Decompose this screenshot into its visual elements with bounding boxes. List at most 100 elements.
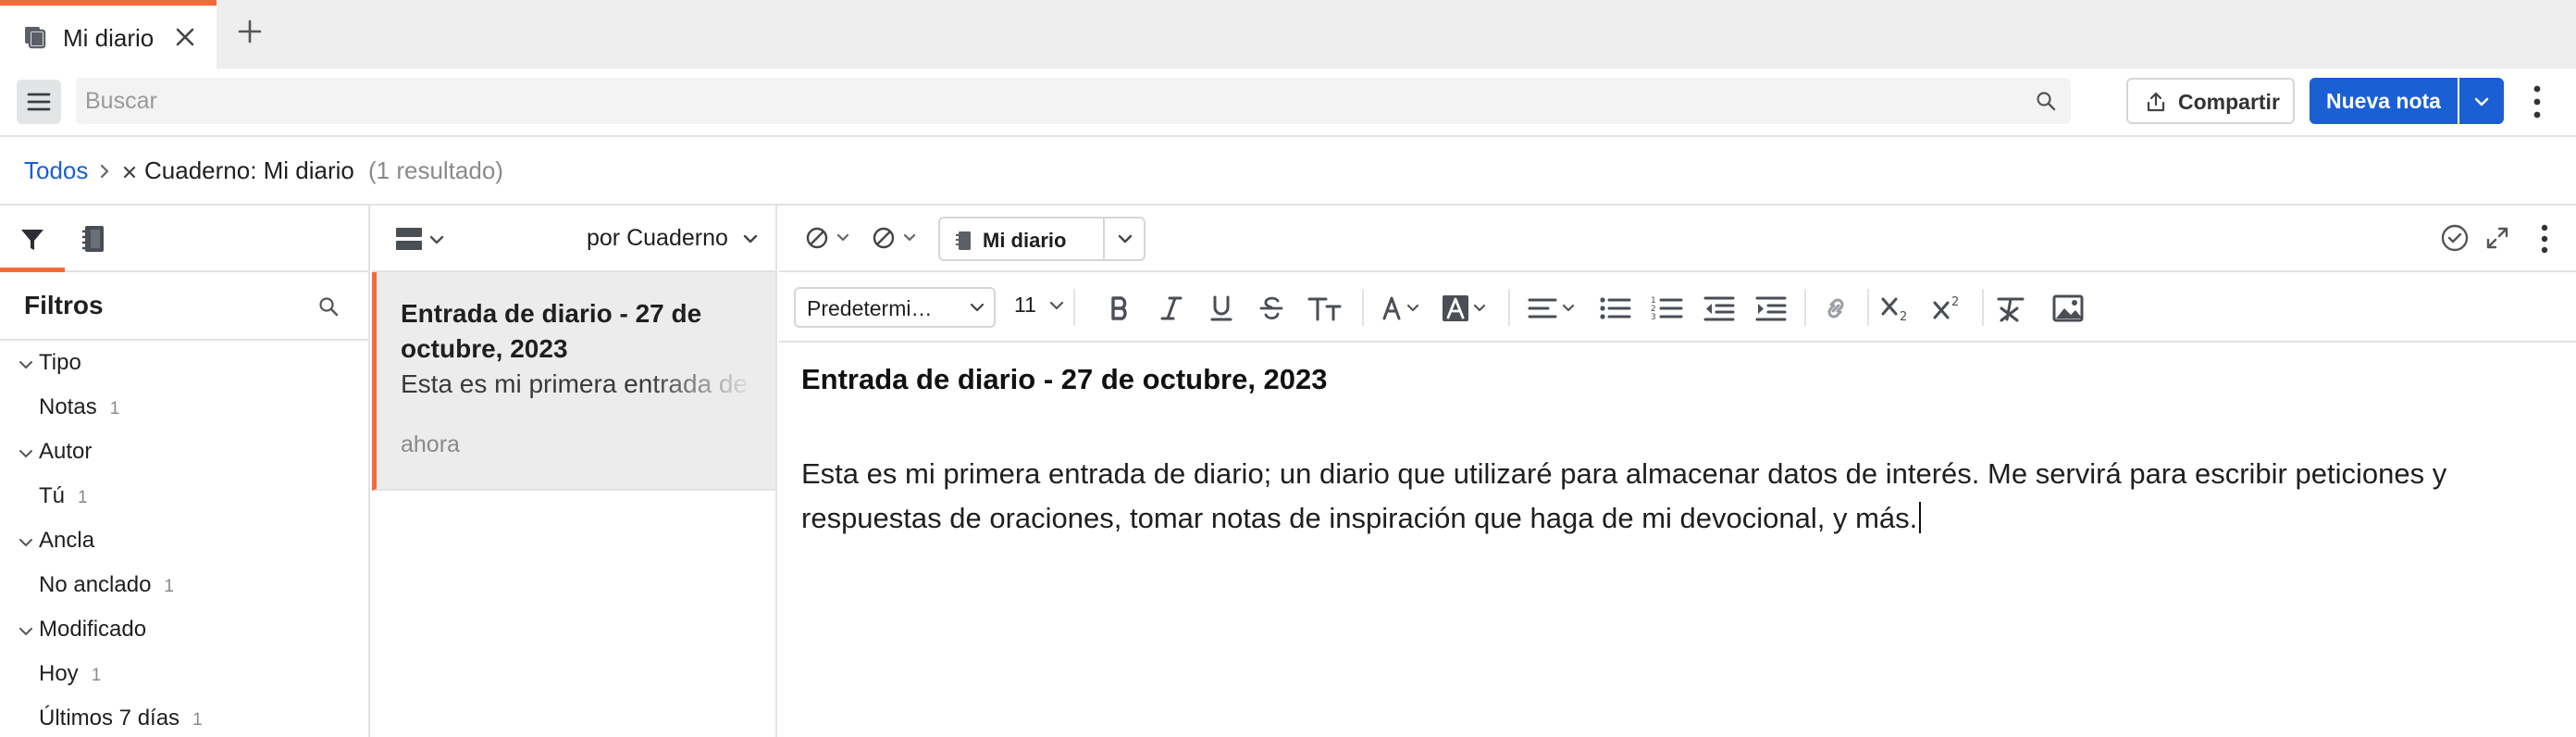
toolbar-divider: [1073, 289, 1075, 326]
text-size-icon[interactable]: [1307, 294, 1344, 322]
link-icon[interactable]: [1819, 294, 1852, 322]
filter-item-count: 1: [164, 577, 174, 596]
filter-item-count: 1: [91, 666, 102, 685]
filter-item-tu[interactable]: Tú 1: [39, 483, 88, 509]
search-icon[interactable]: [2036, 91, 2056, 111]
new-note-label: Nueva nota: [2326, 89, 2441, 113]
filter-item-no-anclado[interactable]: No anclado 1: [39, 572, 174, 598]
breadcrumb-notebook: Cuaderno: Mi diario: [144, 156, 354, 184]
align-icon[interactable]: [1527, 294, 1582, 322]
toolbar-divider: [1362, 289, 1364, 326]
subscript-icon[interactable]: 2: [1880, 294, 1913, 322]
share-icon: [2145, 91, 2167, 113]
italic-icon[interactable]: [1158, 294, 1184, 322]
svg-text:3: 3: [1651, 313, 1656, 322]
more-options-icon[interactable]: [2535, 222, 2554, 256]
expand-icon[interactable]: [2483, 224, 2511, 252]
filter-group-label: Modificado: [39, 617, 147, 642]
filter-item-count: 1: [109, 399, 120, 418]
chevron-down-icon: [19, 628, 32, 636]
chevron-down-icon: [19, 450, 32, 458]
filter-item-label: Hoy: [39, 661, 79, 686]
note-card-time: ahora: [401, 431, 460, 457]
menu-button[interactable]: [17, 80, 61, 124]
superscript-icon[interactable]: 2: [1932, 294, 1965, 322]
note-body-text: Esta es mi primera entrada de diario; un…: [801, 457, 2447, 534]
note-card[interactable]: Entrada de diario - 27 de octubre, 2023 …: [372, 272, 775, 491]
filter-item-label: No anclado: [39, 572, 152, 597]
filter-item-notas[interactable]: Notas 1: [39, 394, 119, 420]
breadcrumb-all-link[interactable]: Todos: [24, 156, 88, 185]
note-list: por Cuaderno Entrada de diario - 27 de o…: [372, 206, 777, 737]
tab-mi-diario[interactable]: Mi diario: [0, 0, 217, 69]
chevron-right-icon: [98, 163, 111, 180]
insert-image-icon[interactable]: [2052, 294, 2084, 322]
note-card-snippet: Esta es mi primera entrada de diario: [401, 369, 756, 398]
indent-icon[interactable]: [1754, 294, 1788, 322]
chevron-down-icon[interactable]: [742, 233, 759, 246]
numbered-list-icon[interactable]: 123: [1651, 294, 1684, 322]
bold-icon[interactable]: [1107, 294, 1133, 322]
tag-dropdown-icon[interactable]: [872, 224, 923, 252]
svg-text:2: 2: [1951, 295, 1959, 309]
underline-icon[interactable]: [1208, 294, 1234, 322]
filter-group-label: Tipo: [39, 350, 81, 375]
tab-bar: Mi diario: [0, 0, 2576, 69]
filters-title: Filtros: [24, 291, 104, 319]
search-icon[interactable]: [318, 296, 339, 317]
search-box[interactable]: [76, 78, 2071, 124]
chevron-down-icon: [1118, 234, 1133, 244]
notebook-dropdown-button[interactable]: [1103, 217, 1146, 261]
chevron-down-icon: [2474, 97, 2489, 106]
filter-item-count: 1: [78, 488, 88, 507]
main-toolbar: Compartir Nueva nota: [0, 69, 2576, 137]
strikethrough-icon[interactable]: [1258, 294, 1284, 322]
breadcrumb: Todos Cuaderno: Mi diario (1 resultado): [0, 137, 2576, 206]
share-label: Compartir: [2178, 90, 2280, 114]
bullet-list-icon[interactable]: [1599, 294, 1632, 322]
panel-tabs: [0, 206, 368, 272]
highlight-color-icon[interactable]: [1442, 294, 1493, 322]
toolbar-divider: [1867, 289, 1869, 326]
font-family-dropdown[interactable]: Predetermi…: [794, 287, 996, 328]
chevron-down-icon: [19, 361, 32, 369]
filter-item-hoy[interactable]: Hoy 1: [39, 661, 101, 687]
text-color-icon[interactable]: [1381, 294, 1427, 322]
notebook-icon: [955, 231, 972, 251]
filter-group-label: Autor: [39, 439, 93, 464]
remove-filter-icon[interactable]: [122, 165, 137, 180]
search-input[interactable]: [85, 78, 2010, 124]
notebook-selector-button[interactable]: Mi diario: [938, 217, 1105, 261]
sort-dropdown[interactable]: por Cuaderno: [587, 225, 728, 252]
new-note-button[interactable]: Nueva nota: [2310, 78, 2458, 124]
close-icon[interactable]: [174, 26, 196, 48]
note-card-title: Entrada de diario - 27 de octubre, 2023: [401, 299, 702, 363]
chevron-down-icon: [19, 539, 32, 547]
font-family-value: Predetermi…: [807, 296, 933, 320]
add-tab-icon[interactable]: [237, 19, 263, 44]
tab-title: Mi diario: [63, 24, 155, 52]
share-button[interactable]: Compartir: [2126, 78, 2295, 124]
notebook-icon[interactable]: [80, 224, 107, 254]
text-caret: [1919, 502, 1922, 533]
reminder-dropdown-icon[interactable]: [805, 224, 857, 252]
note-body[interactable]: Esta es mi primera entrada de diario; un…: [801, 452, 2559, 541]
toolbar-divider: [1508, 289, 1510, 326]
note-title[interactable]: Entrada de diario - 27 de octubre, 2023: [801, 363, 1328, 396]
filter-item-ultimos-7-dias[interactable]: Últimos 7 días 1: [39, 706, 203, 731]
filter-item-label: Últimos 7 días: [39, 706, 180, 731]
check-circle-icon[interactable]: [2439, 222, 2471, 254]
new-note-dropdown-button[interactable]: [2459, 78, 2504, 124]
filters-header: Filtros: [0, 272, 368, 341]
clear-formatting-icon[interactable]: [1995, 294, 2028, 322]
more-options-icon[interactable]: [2524, 81, 2550, 122]
editor-header: Mi diario: [779, 206, 2576, 272]
filter-item-label: Notas: [39, 394, 97, 419]
tab-filters[interactable]: [0, 206, 65, 272]
filter-group-label: Ancla: [39, 528, 95, 553]
outdent-icon[interactable]: [1703, 294, 1736, 322]
view-mode-icon[interactable]: [396, 228, 450, 252]
note-list-header: por Cuaderno: [372, 206, 775, 272]
hamburger-icon: [27, 93, 51, 111]
svg-text:2: 2: [1900, 310, 1907, 322]
